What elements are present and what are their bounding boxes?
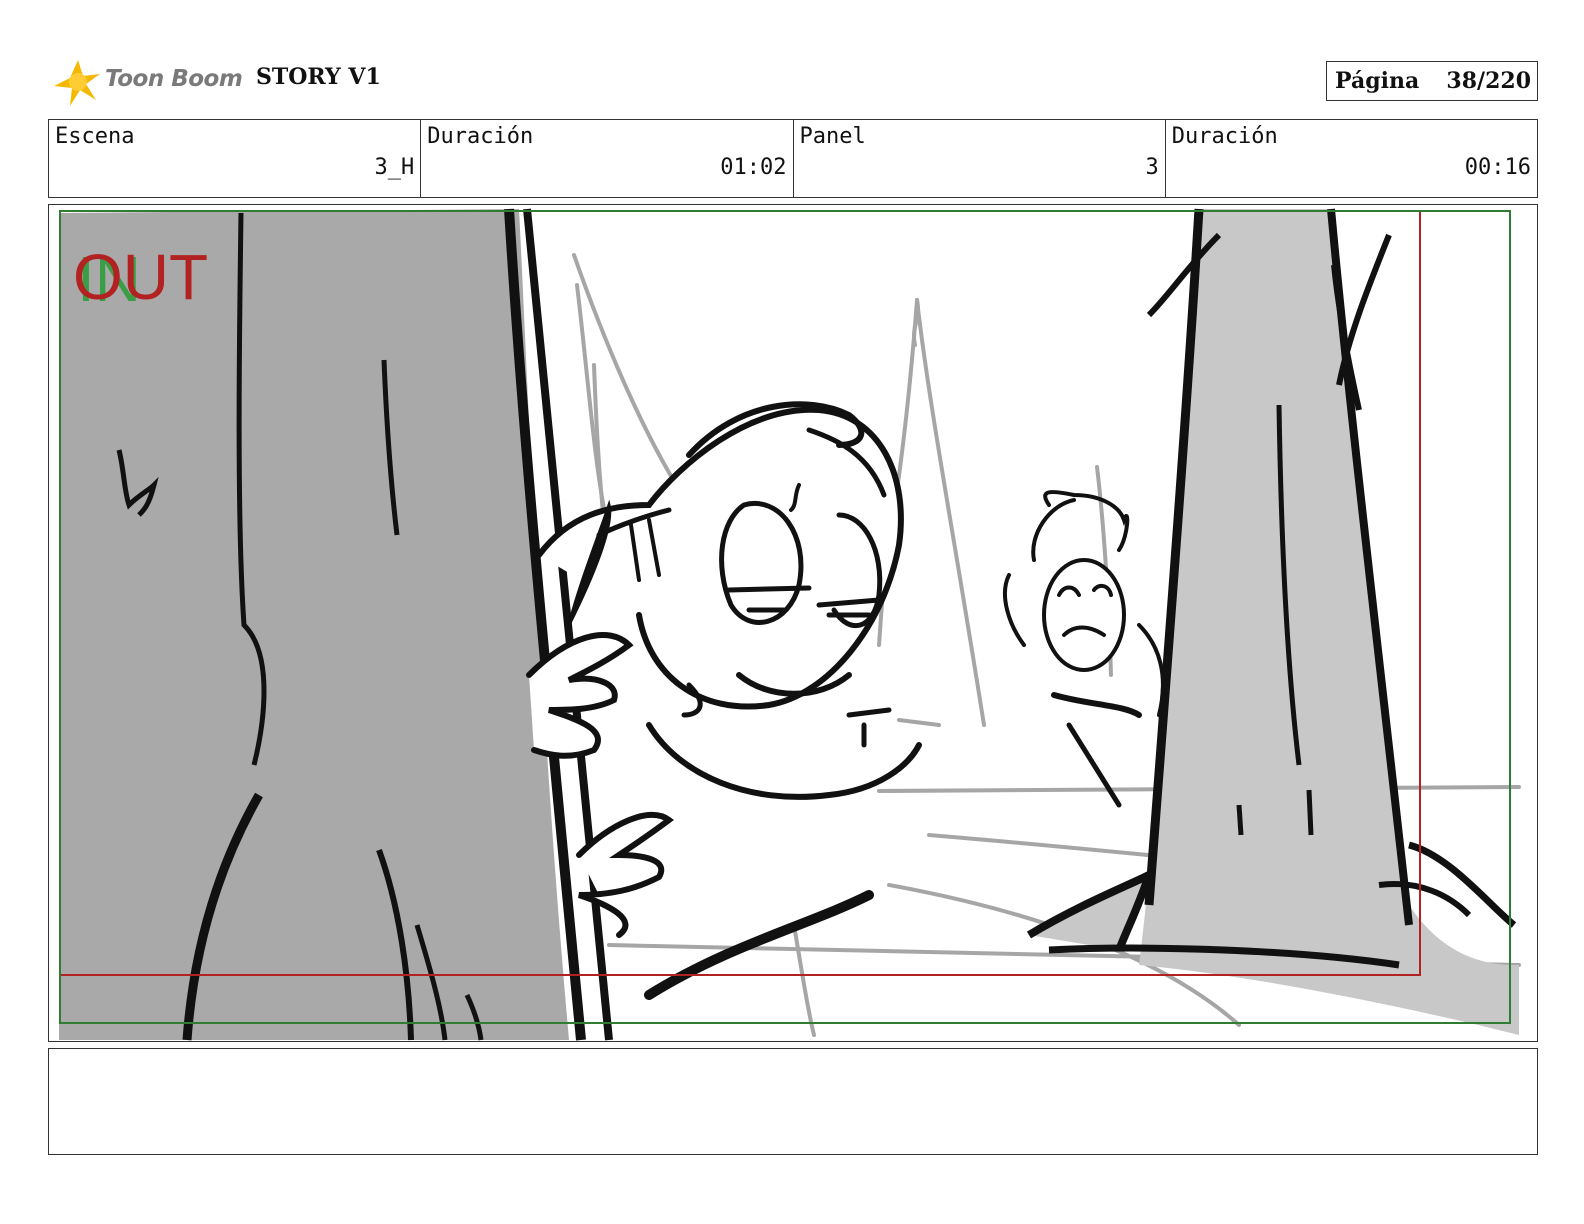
left-tree [59,208,613,1041]
scene-info-row: Escena 3_H Duración 01:02 Panel 3 Duraci… [48,119,1538,198]
sunburst-icon [54,60,100,106]
panel-sketch: IN OUT [59,208,1521,1041]
scene-cell: Escena 3_H [49,120,422,197]
panel-duration-cell: Duración 00:16 [1166,120,1537,197]
panel-duration-label: Duración [1171,124,1278,149]
page-indicator: Página 38/220 [1326,61,1538,101]
brand-name: Toon Boom [105,66,243,92]
storyboard-panel: IN OUT [48,204,1538,1042]
scene-value: 3_H [374,155,415,180]
scene-duration-cell: Duración 01:02 [421,120,794,197]
project-title: STORY V1 [256,64,381,90]
scene-duration-value: 01:02 [720,155,787,180]
caption-box [48,1048,1538,1155]
page-number: 38/220 [1446,68,1531,94]
scene-duration-label: Duración [427,124,534,149]
panel-value: 3 [1145,155,1159,180]
panel-label: Panel [799,124,866,149]
main-character [526,401,922,1000]
panel-duration-value: 00:16 [1464,155,1531,180]
panel-cell: Panel 3 [794,120,1166,197]
scene-label: Escena [55,124,135,149]
small-character [1003,490,1165,808]
out-marker: OUT [73,241,208,313]
page-label: Página [1335,68,1420,94]
